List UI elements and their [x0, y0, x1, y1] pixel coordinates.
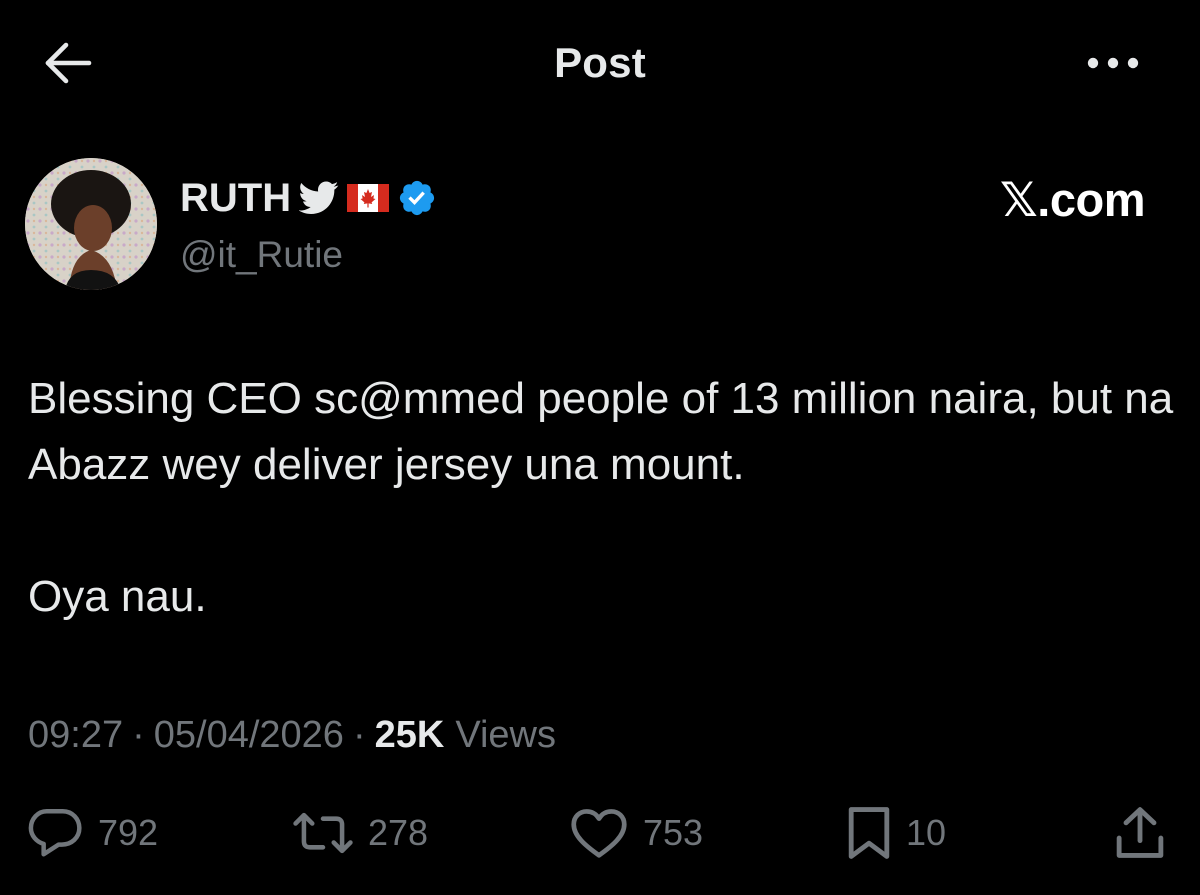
heart-icon: [569, 807, 629, 859]
repost-icon: [292, 809, 354, 857]
repost-count: 278: [368, 812, 429, 853]
tweet-text: Blessing CEO sc@mmed people of 13 millio…: [28, 366, 1178, 630]
like-count: 753: [643, 812, 704, 853]
share-icon: [1114, 805, 1166, 861]
reply-count: 792: [98, 812, 159, 853]
bookmark-count: 10: [906, 812, 947, 853]
author-name-row[interactable]: RUTH: [180, 173, 437, 223]
tweet-paragraph: Oya nau.: [28, 572, 207, 621]
meta-separator: ·: [352, 714, 366, 756]
like-button[interactable]: 753: [569, 800, 703, 866]
repost-button[interactable]: 278: [292, 800, 428, 866]
bookmark-icon: [846, 805, 892, 861]
tweet-meta: 09:27 · 05/04/2026 · 25K Views: [28, 710, 556, 760]
more-horizontal-icon: [1086, 56, 1140, 70]
tweet-time[interactable]: 09:27: [28, 710, 123, 760]
author-handle[interactable]: @it_Rutie: [180, 232, 343, 278]
avatar[interactable]: [25, 158, 157, 290]
meta-separator: ·: [132, 714, 145, 756]
action-bar: 792 278 753 10: [0, 800, 1200, 866]
tweet-paragraph: Blessing CEO sc@mmed people of 13 millio…: [28, 374, 1174, 489]
share-button[interactable]: [1114, 800, 1166, 866]
more-options-button[interactable]: [1082, 42, 1144, 84]
reply-icon: [26, 807, 84, 859]
verified-badge-icon: [397, 178, 437, 218]
bird-icon: [299, 181, 339, 215]
display-name: RUTH: [180, 176, 292, 220]
page-title: Post: [554, 39, 646, 86]
canada-flag-icon: [347, 184, 390, 212]
brand-watermark: 𝕏.com: [999, 173, 1146, 226]
views-label: Views: [455, 714, 556, 756]
views-count: 25K: [374, 714, 445, 756]
bookmark-button[interactable]: 10: [846, 800, 946, 866]
post-detail-page: Post RUTH @it_Rutie 𝕏.com Blessing CEO s…: [0, 0, 1200, 895]
tweet-date[interactable]: 05/04/2026: [154, 710, 344, 760]
reply-button[interactable]: 792: [26, 800, 158, 866]
